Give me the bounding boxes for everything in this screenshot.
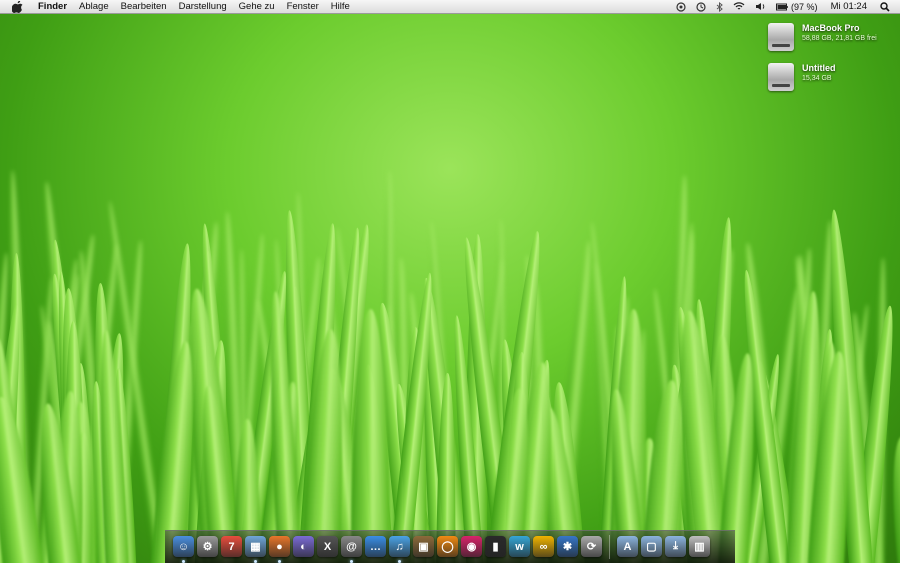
hard-drive-icon [768,63,794,91]
menu-bar: Finder Ablage Bearbeiten Darstellung Geh… [0,0,900,14]
status-area: (97 %) Mi 01:24 [671,0,900,14]
firefox-icon[interactable]: ● [269,536,290,563]
applications-folder-icon[interactable]: A [617,536,638,557]
adium-icon[interactable]: @ [341,536,362,563]
sync-icon[interactable]: ⟳ [581,536,602,557]
menu-finder[interactable]: Finder [32,0,73,14]
ical-icon[interactable]: 7 [221,536,242,557]
itunes-icon[interactable]: ♫ [389,536,410,563]
desktop-wallpaper [0,0,900,563]
messages-icon[interactable]: … [365,536,386,557]
spotlight-icon[interactable] [875,1,900,12]
wifi-icon[interactable] [728,2,750,11]
dock-separator [609,535,610,559]
drive-info: 58,88 GB, 21,81 GB frei [802,35,877,42]
volume-icon[interactable] [750,2,771,11]
hard-drive-icon [768,23,794,51]
sync-status-icon[interactable] [671,1,691,12]
downloads-folder-icon[interactable]: ⤓ [665,536,686,557]
preview-icon[interactable]: ▦ [245,536,266,563]
menu-gehe-zu[interactable]: Gehe zu [233,0,281,14]
word-icon[interactable]: w [509,536,530,557]
bluetooth-icon[interactable] [711,1,728,12]
system-preferences-icon[interactable]: ⚙ [197,536,218,557]
shell-icon[interactable]: ◉ [461,536,482,557]
menu-ablage[interactable]: Ablage [73,0,115,14]
dashboard-icon[interactable]: ▮ [485,536,506,557]
battery-status[interactable]: (97 %) [771,2,823,12]
time-machine-icon[interactable] [691,1,711,12]
x11-icon[interactable]: X [317,536,338,557]
battery-percent: (97 %) [791,1,818,12]
apple-logo-icon[interactable] [10,0,24,13]
menu-fenster[interactable]: Fenster [281,0,325,14]
menu-hilfe[interactable]: Hilfe [325,0,356,14]
drive-name: Untitled [802,63,836,73]
vlc-icon[interactable]: ◯ [437,536,458,557]
grass-blade [884,434,900,563]
iphoto-icon[interactable]: ▣ [413,536,434,557]
glasses-icon[interactable]: ∞ [533,536,554,557]
bluetooth-icon[interactable]: ✱ [557,536,578,557]
menu-bearbeiten[interactable]: Bearbeiten [115,0,173,14]
menu-clock[interactable]: Mi 01:24 [823,1,875,12]
desktop-drive-untitled[interactable]: Untitled 15,34 GB [768,63,836,91]
finder-icon[interactable]: ☺ [173,536,194,563]
trash-icon[interactable]: ▥ [689,536,710,557]
drive-name: MacBook Pro [802,23,860,33]
ichat-icon[interactable]: ◐ [293,536,314,557]
dock: ☺ ⚙ 7 ▦ ● ◐ X @… ♫ ▣ ◯ ◉ ▮ w ∞ ✱ ⟳ A ▢ ⤓ ▥ [165,530,735,563]
drive-info: 15,34 GB [802,75,832,82]
documents-folder-icon[interactable]: ▢ [641,536,662,557]
desktop-drive-macbook-pro[interactable]: MacBook Pro 58,88 GB, 21,81 GB frei [768,23,877,51]
battery-icon [776,3,788,10]
menu-darstellung[interactable]: Darstellung [173,0,233,14]
